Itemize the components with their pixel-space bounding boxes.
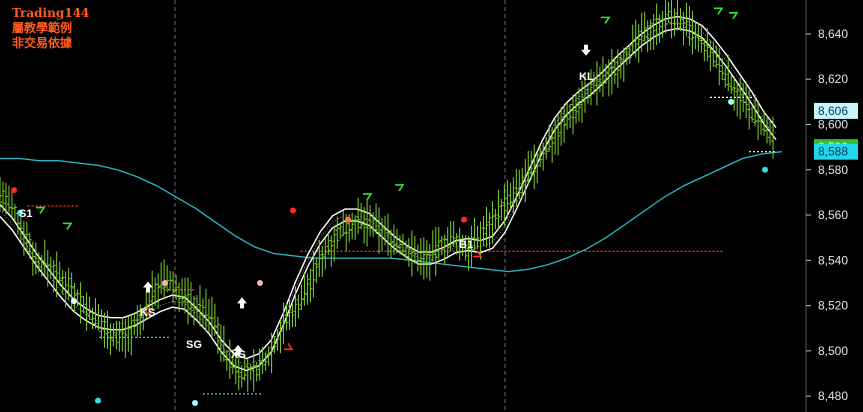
arrow-down-icon [36, 206, 46, 214]
y-tick-label: 8,560 [818, 208, 848, 222]
signal-dot [728, 98, 734, 105]
watermark-line-3: 非交易依據 [12, 36, 73, 50]
white-up-arrow-icon [143, 281, 153, 293]
trade-label: SG [186, 339, 202, 351]
y-tick-label: 8,540 [818, 253, 848, 267]
chart-stage: 8,480 8,500 8,520 8,540 8,560 8,580 8,600 8,620… [0, 0, 863, 412]
channel-upper-line [0, 15, 777, 360]
arrow-up-icon [284, 342, 294, 351]
signal-dot [257, 279, 263, 286]
trade-label: KL [579, 71, 594, 83]
trade-label: KS [140, 307, 155, 319]
signal-dot [192, 399, 198, 406]
signal-dot [11, 187, 17, 194]
last-price-label: 8,606 [818, 104, 848, 118]
arrow-down-icon [729, 12, 739, 20]
trade-label: S1 [19, 208, 32, 220]
signal-dot [71, 298, 77, 305]
y-tick-label: 8,600 [818, 118, 848, 132]
price-chart: 8,480 8,500 8,520 8,540 8,560 8,580 8,600 8,620… [0, 0, 858, 412]
arrow-down-icon [601, 16, 611, 24]
arrow-down-icon [363, 193, 373, 201]
y-tick-label: 8,520 [818, 299, 848, 313]
trade-label: XS [231, 349, 246, 361]
white-up-arrow-icon [237, 297, 247, 309]
arrow-down-icon [714, 7, 724, 15]
white-down-arrow-icon [581, 44, 591, 56]
arrow-down-icon [395, 184, 405, 192]
y-tick-label: 8,640 [818, 27, 848, 41]
signal-dot [162, 279, 168, 286]
y-tick-label: 8,480 [818, 389, 848, 403]
signal-dot [461, 216, 467, 223]
signal-dot [345, 216, 351, 223]
signal-dot [290, 207, 296, 214]
y-tick-label: 8,620 [818, 72, 848, 86]
arrow-down-icon [63, 222, 73, 230]
y-tick-label: 8,500 [818, 344, 848, 358]
channel-center-line [0, 22, 777, 365]
watermark-line-1: Trading144 [12, 6, 90, 20]
trade-label: B1 [459, 239, 473, 251]
last-price-label: 8,588 [818, 145, 848, 159]
y-tick-label: 8,580 [818, 163, 848, 177]
signal-dot [95, 397, 101, 404]
watermark-line-2: 屬教學範例 [12, 21, 73, 35]
signal-dot [762, 166, 768, 173]
